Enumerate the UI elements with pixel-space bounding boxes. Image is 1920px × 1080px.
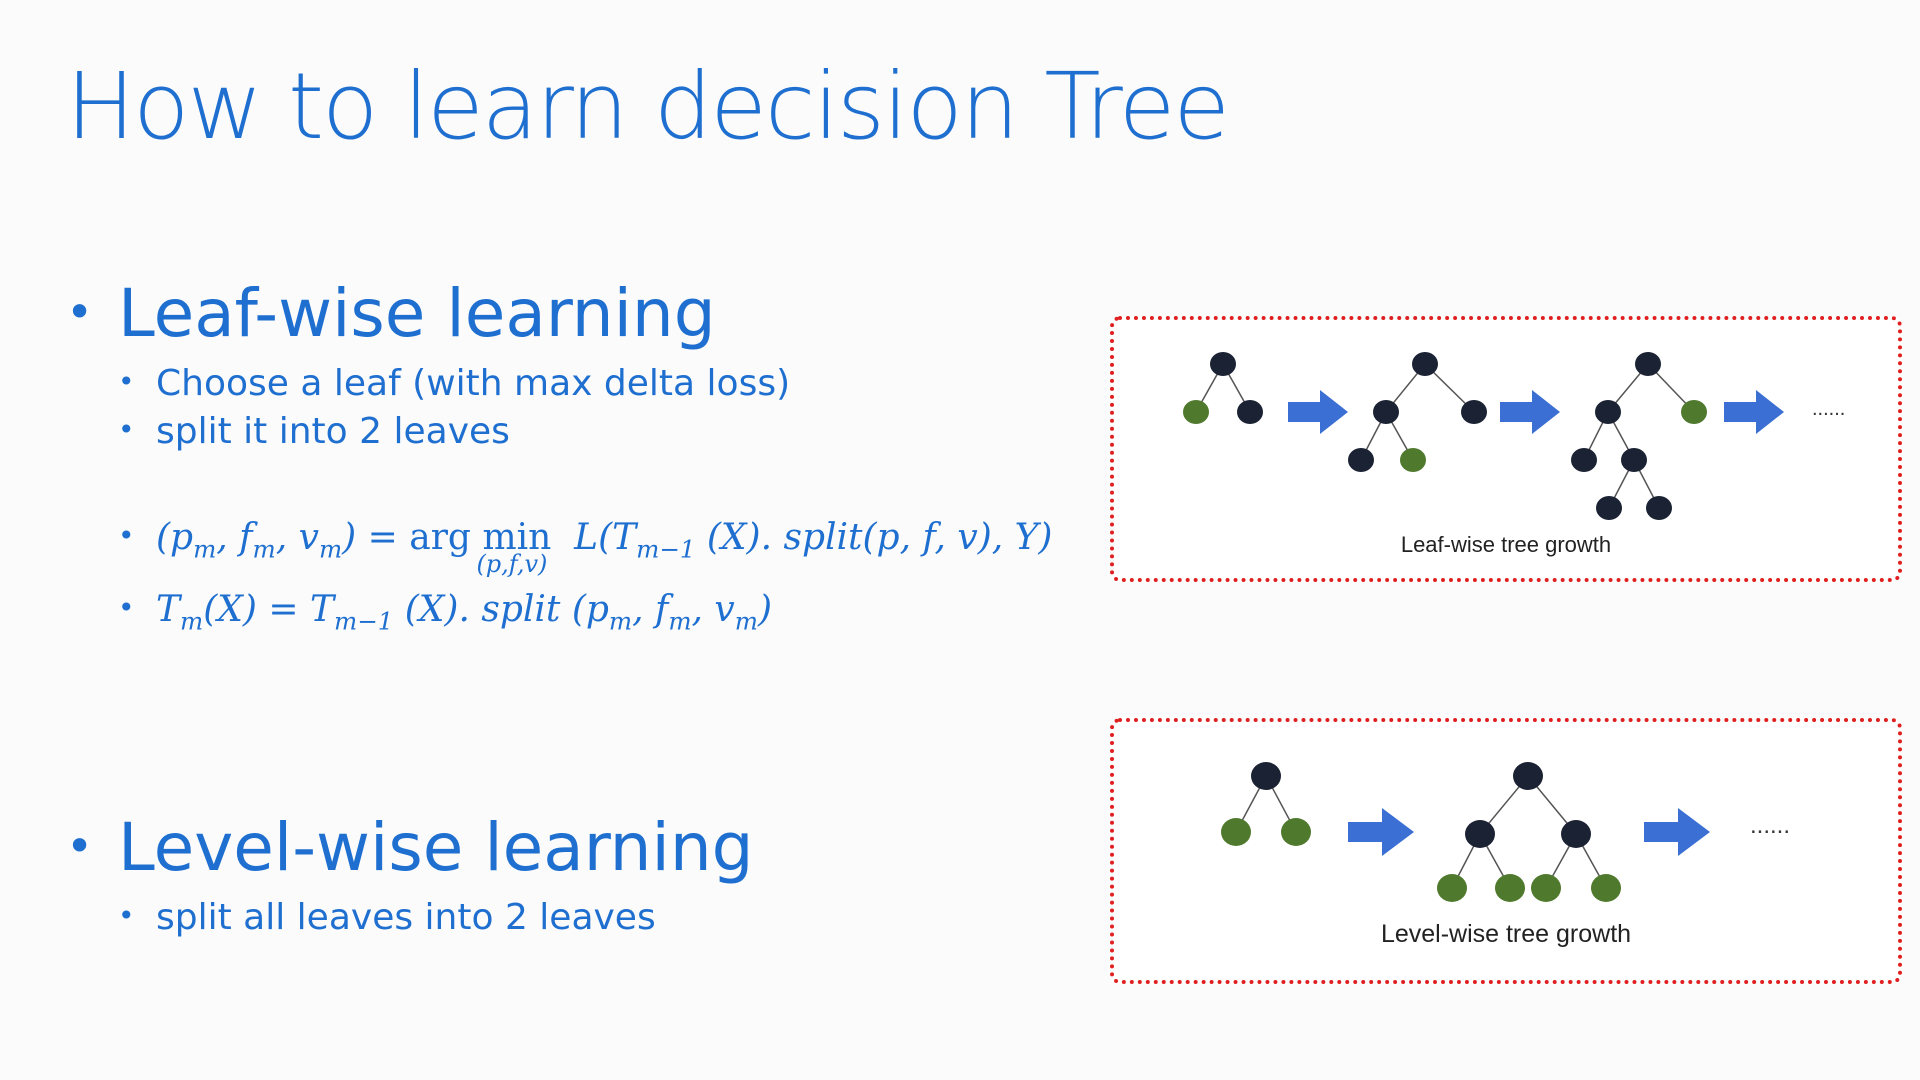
leaf-node-icon [1681,400,1707,424]
leaf-node-icon [1591,874,1621,902]
tree-node-icon [1561,820,1591,848]
tree-node-icon [1251,762,1281,790]
formula-update: • Tm(X) = Tm−1 (X). split (pm, fm, vm) [118,588,773,636]
level-wise-heading: • Level-wise learning [66,809,754,886]
arrow-right-icon [1500,390,1560,434]
leaf-wise-diagram: ...... Leaf-wise tree growth [1110,316,1902,582]
tree-node-icon [1571,448,1597,472]
leaf-wise-ellipsis: ...... [1812,398,1846,420]
level-wise-diagram: ...... Level-wise tree growth [1110,718,1902,984]
tree-node-icon [1635,352,1661,376]
formula-argmin-math: (pm, fm, vm) = arg min (p,f,v) L(Tm−1 (X)… [156,517,1053,578]
bullet-icon: • [118,899,135,933]
arrow-right-icon [1288,390,1348,434]
tree-node-icon [1348,448,1374,472]
leaf-wise-point-2: • split it into 2 leaves [118,411,510,452]
bullet-icon: • [118,413,135,447]
leaf-wise-point-1: • Choose a leaf (with max delta loss) [118,363,791,404]
leaf-node-icon [1221,818,1251,846]
bullet-icon: • [66,284,94,339]
tree-node-icon [1210,352,1236,376]
tree-node-icon [1596,496,1622,520]
formula-argmin: • (pm, fm, vm) = arg min (p,f,v) L(Tm−1 (X… [118,516,1053,578]
tree-node-icon [1412,352,1438,376]
formula-update-math: Tm(X) = Tm−1 (X). split (pm, fm, vm) [156,589,773,636]
level-wise-point-1: • split all leaves into 2 leaves [118,897,656,938]
tree-node-icon [1621,448,1647,472]
tree-node-icon [1373,400,1399,424]
level-wise-ellipsis: ...... [1750,812,1791,839]
leaf-node-icon [1495,874,1525,902]
slide-title: How to learn decision Tree [66,53,1230,160]
leaf-node-icon [1400,448,1426,472]
leaf-node-icon [1281,818,1311,846]
arrow-right-icon [1644,808,1710,856]
bullet-icon: • [118,591,135,625]
tree-node-icon [1465,820,1495,848]
leaf-node-icon [1183,400,1209,424]
arrow-right-icon [1724,390,1784,434]
bullet-icon: • [66,818,94,873]
tree-node-icon [1646,496,1672,520]
leaf-node-icon [1531,874,1561,902]
bullet-icon: • [118,365,135,399]
tree-node-icon [1461,400,1487,424]
tree-node-icon [1595,400,1621,424]
tree-node-icon [1513,762,1543,790]
slide: How to learn decision Tree • Leaf-wise le… [0,0,1920,1080]
arrow-right-icon [1348,808,1414,856]
leaf-node-icon [1437,874,1467,902]
level-wise-caption: Level-wise tree growth [1380,920,1632,948]
tree-node-icon [1237,400,1263,424]
bullet-icon: • [118,519,135,553]
leaf-wise-caption: Leaf-wise tree growth [1400,532,1612,557]
leaf-wise-heading: • Leaf-wise learning [66,275,716,352]
